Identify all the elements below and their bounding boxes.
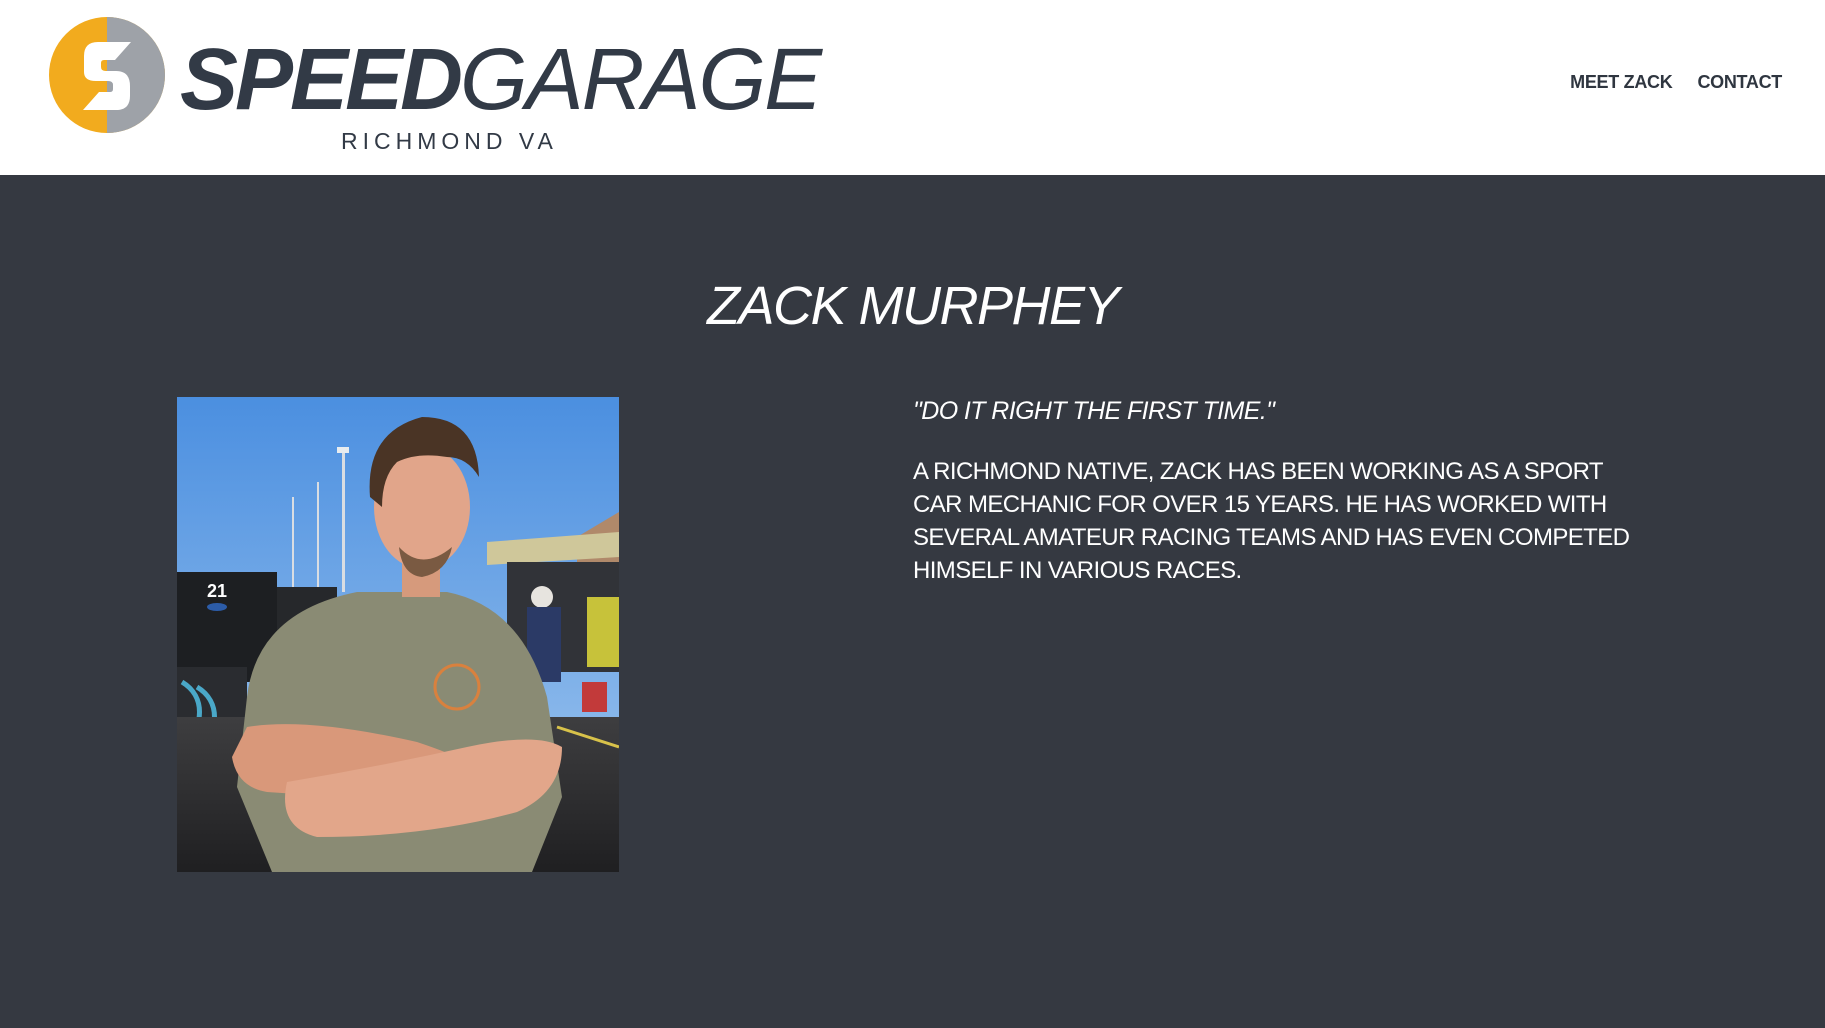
logo-wordmark-speed: SPEED	[180, 31, 463, 128]
site-header: SPEEDGARAGE RICHMOND VA MEET ZACK CONTAC…	[0, 0, 1825, 175]
profile-quote: "DO IT RIGHT THE FIRST TIME."	[913, 397, 1275, 425]
profile-section: ZACK MURPHEY 21 "DO IT RIGHT THE FIRST T…	[0, 175, 1825, 1028]
page: SPEEDGARAGE RICHMOND VA MEET ZACK CONTAC…	[0, 0, 1825, 1028]
site-logo[interactable]: SPEEDGARAGE RICHMOND VA	[46, 14, 822, 164]
page-title: ZACK MURPHEY	[706, 276, 1120, 336]
profile-photo: 21	[177, 397, 619, 872]
speedgarage-s-logo-icon	[49, 17, 165, 133]
main-nav: MEET ZACK CONTACT	[1570, 72, 1782, 93]
profile-bio: A RICHMOND NATIVE, ZACK HAS BEEN WORKING…	[913, 458, 1630, 584]
logo-location: RICHMOND VA	[341, 128, 558, 154]
logo-wordmark: SPEEDGARAGE	[180, 36, 822, 123]
logo-wordmark-garage: GARAGE	[459, 31, 822, 128]
photo-car-number: 21	[207, 581, 227, 601]
nav-meet-zack-link[interactable]: MEET ZACK	[1570, 72, 1673, 93]
nav-contact-link[interactable]: CONTACT	[1697, 72, 1782, 93]
